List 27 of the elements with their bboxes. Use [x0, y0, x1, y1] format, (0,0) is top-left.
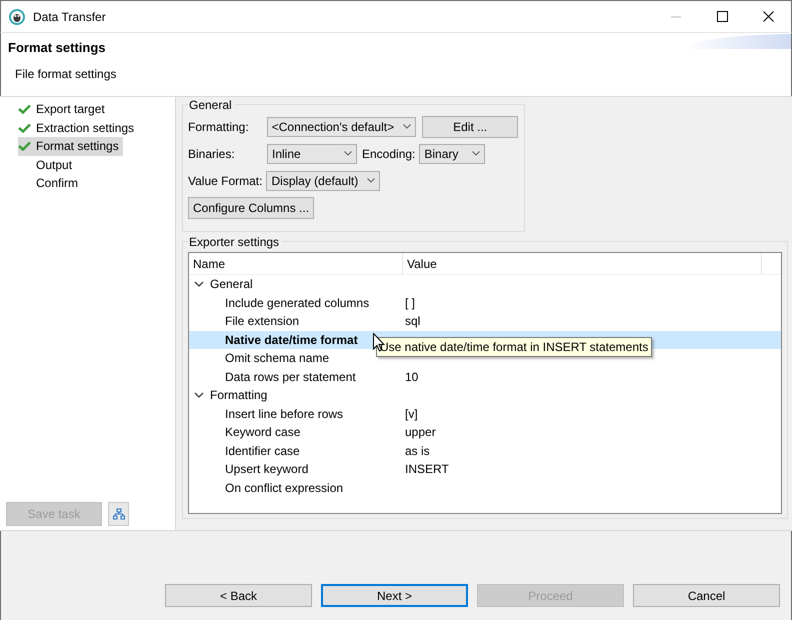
field-label: Value Format: — [188, 174, 262, 188]
property-name: Native date/time format — [225, 332, 358, 347]
property-value: sql — [404, 314, 420, 328]
property-name: Upsert keyword — [225, 462, 308, 476]
tooltip: Use native date/time format in INSERT statements — [376, 337, 652, 357]
group-title: General — [188, 98, 235, 112]
property-name: Omit schema name — [225, 351, 330, 366]
property-value: upper — [404, 425, 436, 440]
property-name: File extension — [225, 314, 300, 328]
field-label: Encoding: — [362, 146, 416, 160]
property-value: [v] — [404, 406, 418, 421]
property-name: On conflict expression — [225, 480, 344, 495]
property-name: Identifier case — [225, 444, 300, 458]
property-name: Include generated columns — [225, 296, 370, 310]
property-name: Insert line before rows — [225, 406, 344, 421]
property-name: Data rows per statement — [225, 370, 356, 384]
field-label: Binaries: — [188, 146, 236, 160]
page-subtitle: File format settings — [15, 67, 116, 81]
property-value: as is — [404, 444, 430, 458]
window-title: Data Transfer — [33, 10, 106, 24]
property-value: 10 — [404, 370, 418, 384]
property-name: Keyword case — [225, 425, 300, 440]
property-value: [ ] — [404, 296, 416, 310]
field-label: Formatting: — [188, 120, 250, 134]
page-title: Format settings — [8, 40, 106, 55]
property-value: INSERT — [404, 462, 449, 476]
group-title: Exporter settings — [188, 235, 282, 249]
